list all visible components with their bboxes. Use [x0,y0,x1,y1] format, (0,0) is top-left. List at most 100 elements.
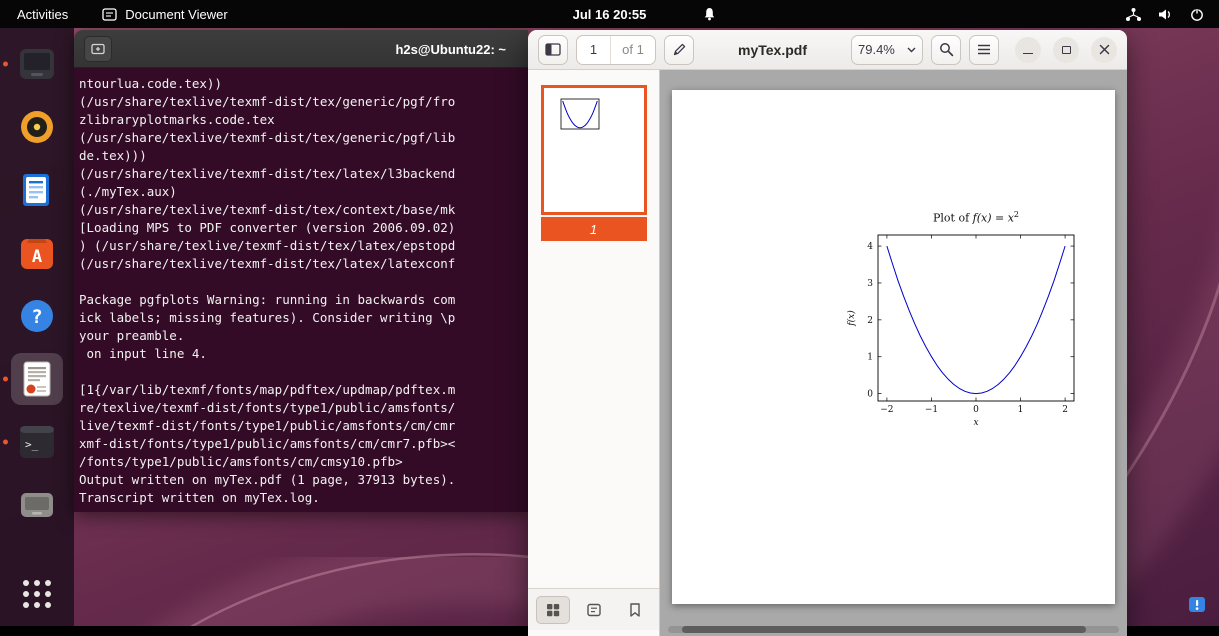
sidebar-toolbar [528,588,659,630]
search-button[interactable] [931,35,961,65]
dock-item-4[interactable]: A [11,227,63,279]
terminal-line: your preamble. [79,327,523,345]
bell-icon[interactable] [702,6,717,22]
annotations-icon [587,603,601,617]
svg-text:4: 4 [867,242,873,252]
annotate-button[interactable] [664,35,694,65]
pdf-plot-chart: −2−101201234xf(x) [842,227,1084,433]
running-indicator [3,62,8,67]
focused-app-label: Document Viewer [125,7,227,22]
search-icon [939,42,954,57]
terminal-line: de.tex))) [79,147,523,165]
top-bar: Activities Document Viewer Jul 16 20:55 [0,0,1219,28]
notification-badge[interactable] [1189,597,1205,612]
svg-text:?: ? [31,306,42,328]
terminal-line: [1{/var/lib/texmf/fonts/map/pdftex/updma… [79,381,523,399]
power-icon [1189,7,1205,22]
maximize-icon [1062,46,1071,54]
pdf-view-area[interactable]: Plot of f(x) = x2 −2−101201234xf(x) [660,70,1127,636]
pdf-page: Plot of f(x) = x2 −2−101201234xf(x) [672,90,1115,604]
terminal-line: (/usr/share/texlive/texmf-dist/tex/gener… [79,129,523,147]
terminal-line: Output written on myTex.pdf (1 page, 379… [79,471,523,489]
help-icon: ? [17,296,57,336]
terminal-line: live/texmf-dist/fonts/type1/public/amsfo… [79,417,523,435]
page-total-label: of 1 [611,36,655,64]
svg-text:1: 1 [867,352,873,362]
close-icon [1099,44,1110,55]
dock-item-terminal[interactable]: >_ [11,416,63,468]
close-button[interactable] [1091,37,1117,63]
terminal-line: on input line 4. [79,345,523,363]
terminal-output[interactable]: ntourlua.code.tex))(/usr/share/texlive/t… [74,68,528,512]
pdf-plot-figure: Plot of f(x) = x2 −2−101201234xf(x) [842,210,1084,433]
terminal-title: h2s@Ubuntu22: ~ [395,30,506,68]
maximize-button[interactable] [1053,37,1079,63]
running-indicator [3,377,8,382]
dock-item-8[interactable] [11,479,63,531]
dock-item-app-grid[interactable] [11,568,63,620]
document-viewer-window: 1 of 1 myTex.pdf 79.4% [528,30,1127,636]
annotations-view-button[interactable] [577,596,611,624]
horizontal-scrollbar-thumb[interactable] [682,626,1086,633]
document-viewer-icon [17,359,57,399]
bookmarks-view-button[interactable] [618,596,652,624]
dock-item-document-viewer[interactable] [11,353,63,405]
zoom-dropdown[interactable]: 79.4% [851,35,923,65]
minimize-icon [1023,53,1033,54]
terminal-line: zlibraryplotmarks.code.tex [79,111,523,129]
document-viewer-window-icon [102,8,117,21]
svg-text:1: 1 [1018,405,1024,415]
focused-app-menu[interactable]: Document Viewer [102,7,227,22]
terminal-line: Transcript written on myTex.log. [79,489,523,507]
terminal-icon: >_ [17,422,57,462]
terminal-line: (/usr/share/texlive/texmf-dist/tex/latex… [79,255,523,273]
viewer-header-bar[interactable]: 1 of 1 myTex.pdf 79.4% [528,30,1127,70]
menu-button[interactable] [969,35,999,65]
annotations-pen-icon [672,42,687,57]
minimize-button[interactable] [1015,37,1041,63]
svg-text:x: x [973,418,978,428]
dock-item-1[interactable] [11,38,63,90]
thumbnails-view-button[interactable] [536,596,570,624]
clock-button[interactable]: Jul 16 20:55 [573,7,647,22]
svg-text:A: A [32,247,42,267]
terminal-header[interactable]: h2s@Ubuntu22: ~ [74,30,528,68]
terminal-line: (/usr/share/texlive/texmf-dist/tex/gener… [79,93,523,111]
terminal-line: ntourlua.code.tex)) [79,75,523,93]
svg-text:f(x): f(x) [846,309,857,326]
exclamation-icon [1195,600,1199,610]
new-tab-button[interactable] [84,36,112,62]
terminal-line: re/texlive/texmf-dist/fonts/type1/public… [79,399,523,417]
thumbnail-page-label: 1 [541,217,647,241]
page-number-input[interactable]: 1 [577,36,611,64]
svg-text:0: 0 [867,389,873,399]
terminal-line: xmf-dist/fonts/type1/public/amsfonts/cm/… [79,435,523,453]
terminal-line [79,363,523,381]
blue-documents-icon [17,170,57,210]
app-grid-icon [20,577,54,611]
system-status-area[interactable] [1125,7,1205,22]
svg-text:−1: −1 [925,405,938,415]
running-indicator [3,440,8,445]
activities-button[interactable]: Activities [17,7,68,22]
zoom-caret-icon [907,47,916,53]
sidebar-toggle-button[interactable] [538,35,568,65]
pdf-plot-title: Plot of f(x) = x2 [878,210,1074,225]
network-hub-icon [1125,7,1142,22]
terminal-line [79,273,523,291]
bookmarks-icon [629,603,641,617]
svg-text:>_: >_ [25,438,39,451]
horizontal-scrollbar[interactable] [668,626,1119,633]
page-thumbnail[interactable] [541,85,647,215]
terminal-line: [Loading MPS to PDF converter (version 2… [79,219,523,237]
page-number-widget[interactable]: 1 of 1 [576,35,656,65]
volume-icon [1157,7,1174,22]
dark-app-icon [17,44,57,84]
software-store-icon: A [17,233,57,273]
dock-item-5[interactable]: ? [11,290,63,342]
dock-item-2[interactable] [11,101,63,153]
menu-icon [977,44,991,55]
terminal-window: h2s@Ubuntu22: ~ ntourlua.code.tex))(/usr… [74,30,528,512]
dock-item-3[interactable] [11,164,63,216]
sidebar-toggle-icon [545,43,561,56]
